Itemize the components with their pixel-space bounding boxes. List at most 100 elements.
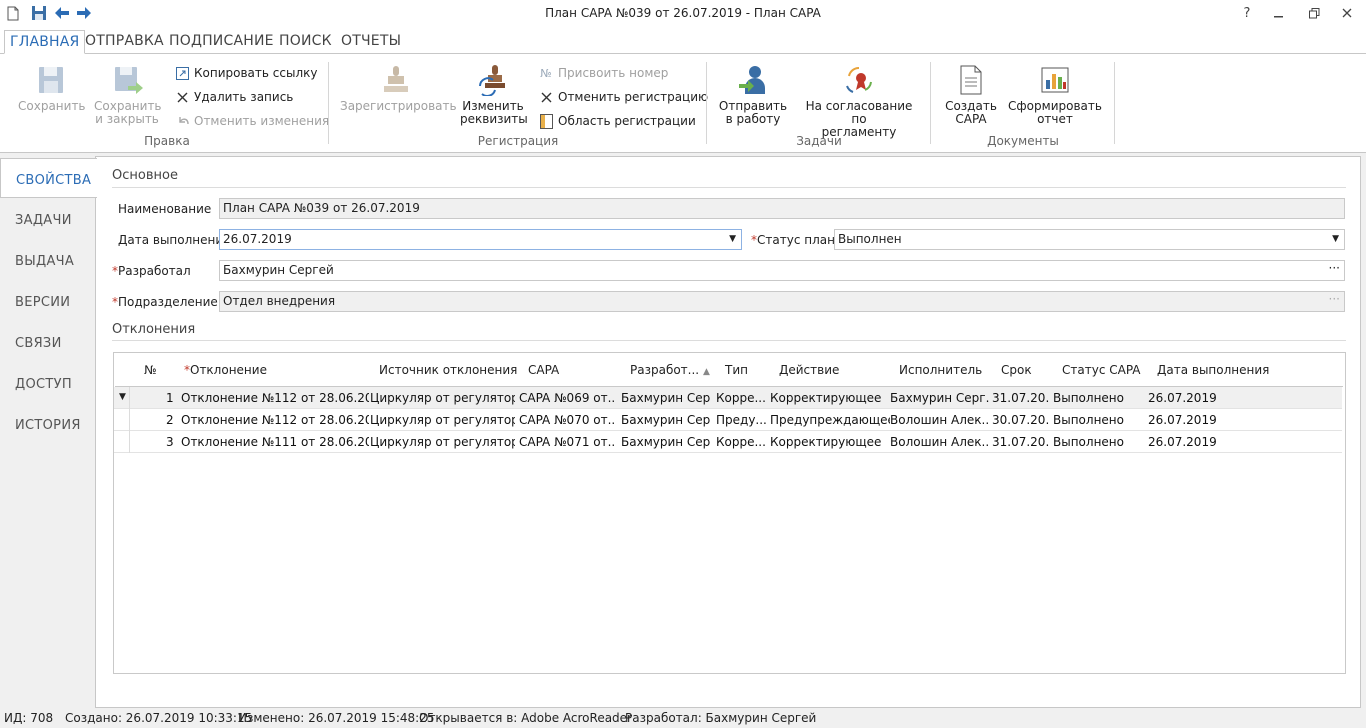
division-label: *Подразделение	[112, 295, 218, 309]
nav-versions[interactable]: ВЕРСИИ	[0, 281, 96, 321]
col-header-deviation[interactable]: *Отклонение	[184, 363, 267, 377]
link-icon	[175, 66, 189, 80]
date-label: Дата выполнения	[118, 233, 231, 247]
cell-action: Предупреждающее	[770, 413, 890, 427]
change-requisites-button[interactable]: Изменить реквизиты	[460, 64, 528, 126]
chevron-down-icon[interactable]: ▼	[1332, 234, 1339, 244]
section-divider	[112, 187, 1346, 188]
tab-send[interactable]: ОТПРАВКА	[80, 30, 169, 54]
window-title: План CAPA №039 от 26.07.2019 - План CAPA	[545, 6, 821, 20]
cell-type: Корре...	[716, 435, 766, 449]
table-row[interactable]: ▼ 1 Отклонение №112 от 28.06.201... Цирк…	[114, 387, 1342, 409]
cell-executor: Бахмурин Серг...	[890, 391, 990, 405]
cell-developer: Бахмурин Сер...	[621, 413, 711, 427]
report-chart-icon	[1041, 67, 1069, 93]
nav-access[interactable]: ДОСТУП	[0, 363, 96, 403]
cell-capa: CAPA №071 от...	[519, 435, 614, 449]
delete-record-button[interactable]: Удалить запись	[175, 88, 293, 106]
col-header-type[interactable]: Тип	[725, 363, 748, 377]
cell-capa: CAPA №070 от...	[519, 413, 614, 427]
tab-reports[interactable]: ОТЧЕТЫ	[336, 30, 406, 54]
registration-area-icon	[539, 113, 553, 129]
col-header-developer[interactable]: Разработ... ▲	[630, 363, 710, 377]
deviations-grid: № *Отклонение Источник отклонения CAPA Р…	[113, 352, 1346, 674]
col-header-executor[interactable]: Исполнитель	[899, 363, 982, 377]
create-capa-button[interactable]: Создать CAPA	[940, 64, 1002, 126]
tab-search[interactable]: ПОИСК	[274, 30, 337, 54]
cell-num: 3	[166, 435, 174, 449]
cell-capa-status: Выполнено	[1053, 413, 1124, 427]
sort-asc-icon: ▲	[702, 367, 710, 377]
send-to-work-button[interactable]: Отправить в работу	[718, 64, 788, 126]
name-field[interactable]: План CAPA №039 от 26.07.2019	[219, 198, 1345, 219]
nav-tasks[interactable]: ЗАДАЧИ	[0, 199, 96, 239]
copy-link-button[interactable]: Копировать ссылку	[175, 64, 317, 82]
group-documents-label: Документы	[987, 134, 1059, 148]
save-button[interactable]: Сохранить	[18, 64, 86, 113]
chevron-down-icon[interactable]: ▼	[729, 234, 736, 244]
division-field[interactable]: Отдел внедрения ···	[219, 291, 1345, 312]
group-registration-label: Регистрация	[477, 134, 559, 148]
col-header-capa[interactable]: CAPA	[528, 363, 559, 377]
cell-done-date: 26.07.2019	[1148, 435, 1217, 449]
cell-executor: Волошин Алек...	[890, 413, 990, 427]
stamp-icon	[384, 66, 408, 92]
nav-history[interactable]: ИСТОРИЯ	[0, 404, 96, 444]
help-button[interactable]: ?	[1233, 3, 1261, 23]
cell-action: Корректирующее	[770, 391, 882, 405]
cell-done-date: 26.07.2019	[1148, 413, 1217, 427]
undo-changes-button[interactable]: Отменить изменения	[175, 112, 329, 130]
due-date-field[interactable]: 26.07.2019 ▼	[219, 229, 742, 250]
col-header-num[interactable]: №	[144, 363, 156, 377]
properties-panel: Основное Наименование План CAPA №039 от …	[95, 156, 1361, 708]
row-indicator-divider	[129, 387, 130, 409]
current-row-indicator-icon: ▼	[119, 392, 126, 402]
cell-capa: CAPA №069 от...	[519, 391, 614, 405]
restore-icon[interactable]	[1300, 3, 1328, 23]
group-tasks-label: Задачи	[796, 134, 842, 148]
close-icon[interactable]	[1333, 3, 1361, 23]
table-row[interactable]: 2 Отклонение №112 от 28.06.201... Циркул…	[114, 409, 1342, 431]
generate-report-button[interactable]: Сформировать отчет	[1008, 64, 1102, 126]
delete-icon	[175, 90, 189, 104]
registration-area-button[interactable]: Область регистрации	[539, 112, 696, 130]
ribbon-separator	[1114, 62, 1115, 144]
send-to-work-icon	[739, 66, 765, 94]
table-row[interactable]: 3 Отклонение №111 от 28.06.201... Циркул…	[114, 431, 1342, 453]
col-header-source[interactable]: Источник отклонения	[379, 363, 517, 377]
cell-deviation: Отклонение №112 от 28.06.201...	[181, 413, 369, 427]
col-header-done-date[interactable]: Дата выполнения	[1157, 363, 1269, 377]
cell-action: Корректирующее	[770, 435, 882, 449]
cell-term: 31.07.20...	[992, 391, 1050, 405]
ellipsis-icon[interactable]: ···	[1329, 261, 1340, 275]
save-close-button[interactable]: Сохранить и закрыть	[94, 64, 162, 126]
nav-links[interactable]: СВЯЗИ	[0, 322, 96, 362]
col-header-term[interactable]: Срок	[1001, 363, 1032, 377]
ribbon-separator	[328, 62, 329, 144]
tab-signing[interactable]: ПОДПИСАНИЕ	[164, 30, 279, 54]
status-id: ИД: 708	[4, 711, 54, 725]
ellipsis-icon: ···	[1328, 292, 1340, 306]
col-header-action[interactable]: Действие	[779, 363, 839, 377]
developer-field[interactable]: Бахмурин Сергей ···	[219, 260, 1345, 281]
approval-icon	[846, 66, 872, 93]
approval-by-regulation-button[interactable]: На согласование по регламенту	[798, 64, 920, 139]
ribbon: Сохранить Сохранить и закрыть Копировать…	[0, 53, 1366, 153]
minimize-icon[interactable]	[1265, 3, 1293, 23]
title-bar: План CAPA №039 от 26.07.2019 - План CAPA…	[0, 0, 1366, 26]
ribbon-separator	[706, 62, 707, 144]
ribbon-separator	[930, 62, 931, 144]
assign-number-button[interactable]: № Присвоить номер	[539, 64, 668, 82]
cancel-registration-button[interactable]: Отменить регистрацию	[539, 88, 708, 106]
ribbon-tabs: ГЛАВНАЯ ОТПРАВКА ПОДПИСАНИЕ ПОИСК ОТЧЕТЫ	[0, 26, 1366, 54]
status-developed-by: Разработал: Бахмурин Сергей	[625, 711, 817, 725]
cell-source: Циркуляр от регулятора	[370, 413, 515, 427]
nav-properties[interactable]: СВОЙСТВА	[0, 158, 97, 198]
tab-main[interactable]: ГЛАВНАЯ	[4, 30, 86, 54]
plan-status-select[interactable]: Выполнен ▼	[834, 229, 1345, 250]
save-close-icon	[115, 67, 143, 94]
col-header-capa-status[interactable]: Статус CAPA	[1062, 363, 1141, 377]
register-button[interactable]: Зарегистрировать	[340, 64, 457, 113]
nav-issue[interactable]: ВЫДАЧА	[0, 240, 96, 280]
cell-developer: Бахмурин Сер...	[621, 435, 711, 449]
